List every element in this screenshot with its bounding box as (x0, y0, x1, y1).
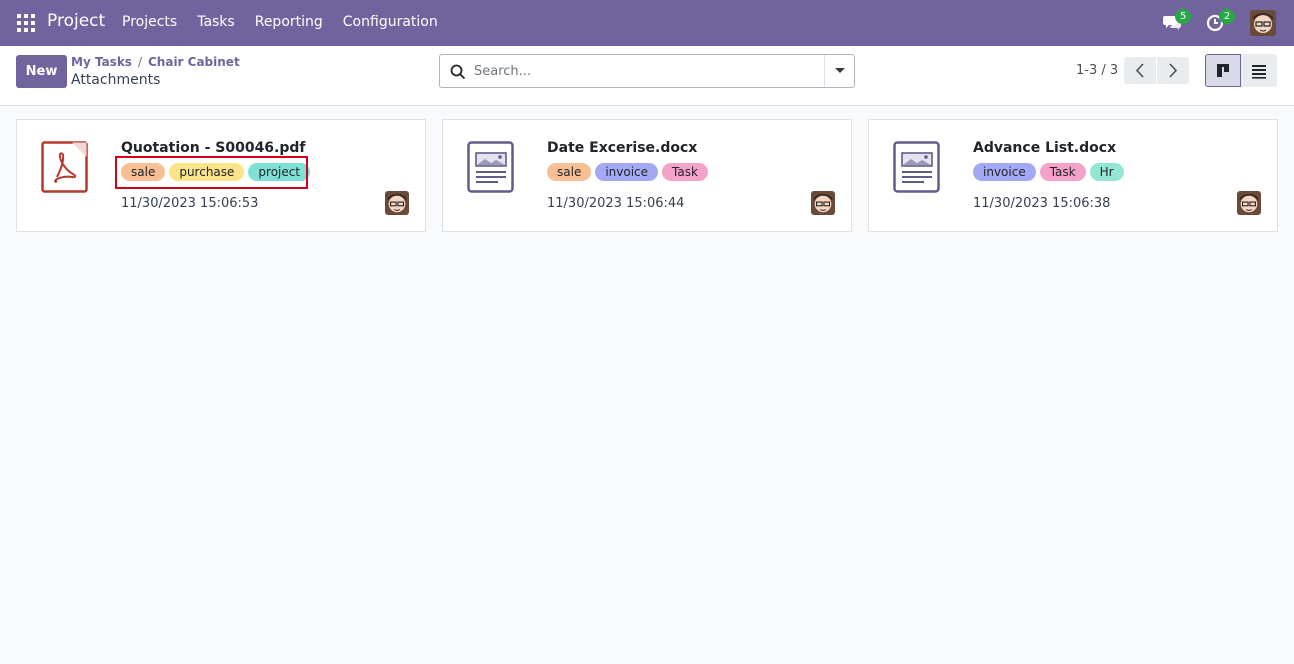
tag-invoice[interactable]: invoice (973, 163, 1036, 181)
chevron-left-icon (1135, 63, 1144, 78)
breadcrumb-my-tasks[interactable]: My Tasks (71, 55, 132, 69)
menu-item-tasks[interactable]: Tasks (197, 14, 235, 30)
kanban-view-button[interactable] (1205, 54, 1241, 87)
tag-sale[interactable]: sale (547, 163, 592, 181)
attachment-date: 11/30/2023 15:06:44 (547, 196, 685, 211)
attachment-title[interactable]: Quotation - S00046.pdf (121, 140, 306, 156)
pager-previous-button[interactable] (1124, 57, 1156, 84)
owner-avatar[interactable] (811, 191, 835, 215)
pdf-icon (41, 141, 91, 194)
tag-project[interactable]: project (248, 163, 311, 181)
tag-purchase[interactable]: purchase (169, 163, 245, 181)
user-avatar[interactable] (1250, 10, 1276, 36)
attachment-title[interactable]: Date Excerise.docx (547, 140, 697, 156)
tag-task[interactable]: Task (662, 163, 708, 181)
main-menu: Projects Tasks Reporting Configuration (122, 14, 458, 30)
owner-avatar[interactable] (385, 191, 409, 215)
tag-list: invoice Task Hr (973, 163, 1124, 181)
app-brand[interactable]: Project (47, 11, 105, 31)
messages-button[interactable]: 5 (1162, 9, 1191, 34)
tag-list: sale invoice Task (547, 163, 708, 181)
activities-badge: 2 (1219, 9, 1235, 24)
tag-sale[interactable]: sale (121, 163, 166, 181)
list-view-button[interactable] (1241, 54, 1277, 87)
apps-menu-icon[interactable] (17, 14, 35, 32)
new-button[interactable]: New (16, 55, 67, 88)
search-input[interactable] (474, 55, 824, 87)
breadcrumb-separator: / (137, 55, 142, 69)
tag-list: sale purchase project (121, 163, 311, 181)
top-navbar: Project Projects Tasks Reporting Configu… (0, 0, 1294, 46)
owner-avatar[interactable] (1237, 191, 1261, 215)
search-icon (450, 64, 466, 80)
search-options-toggle[interactable] (824, 55, 854, 87)
document-icon (467, 141, 517, 194)
menu-item-projects[interactable]: Projects (122, 14, 177, 30)
breadcrumb: My Tasks / Chair Cabinet (71, 55, 240, 69)
attachment-title[interactable]: Advance List.docx (973, 140, 1116, 156)
attachment-date: 11/30/2023 15:06:38 (973, 196, 1111, 211)
search-bar (439, 54, 855, 88)
tag-task[interactable]: Task (1039, 163, 1086, 181)
menu-item-configuration[interactable]: Configuration (343, 14, 438, 30)
pager-value[interactable]: 1-3 / 3 (1076, 63, 1118, 78)
page-title: Attachments (71, 72, 161, 88)
attachment-card[interactable]: Date Excerise.docx sale invoice Task 11/… (442, 119, 852, 232)
tag-invoice[interactable]: invoice (595, 163, 659, 181)
activities-button[interactable]: 2 (1206, 9, 1235, 34)
list-icon (1252, 65, 1266, 79)
chevron-right-icon (1169, 63, 1178, 78)
messages-badge: 5 (1175, 9, 1191, 24)
attachment-date: 11/30/2023 15:06:53 (121, 196, 259, 211)
menu-item-reporting[interactable]: Reporting (255, 14, 323, 30)
control-panel: New My Tasks / Chair Cabinet Attachments 1… (0, 46, 1294, 106)
kanban-icon (1217, 64, 1229, 77)
tag-hr[interactable]: Hr (1089, 163, 1124, 181)
document-icon (893, 141, 943, 194)
pager-next-button[interactable] (1157, 57, 1189, 84)
attachment-card[interactable]: Advance List.docx invoice Task Hr 11/30/… (868, 119, 1278, 232)
attachment-card[interactable]: Quotation - S00046.pdf sale purchase pro… (16, 119, 426, 232)
breadcrumb-chair-cabinet[interactable]: Chair Cabinet (148, 55, 240, 69)
